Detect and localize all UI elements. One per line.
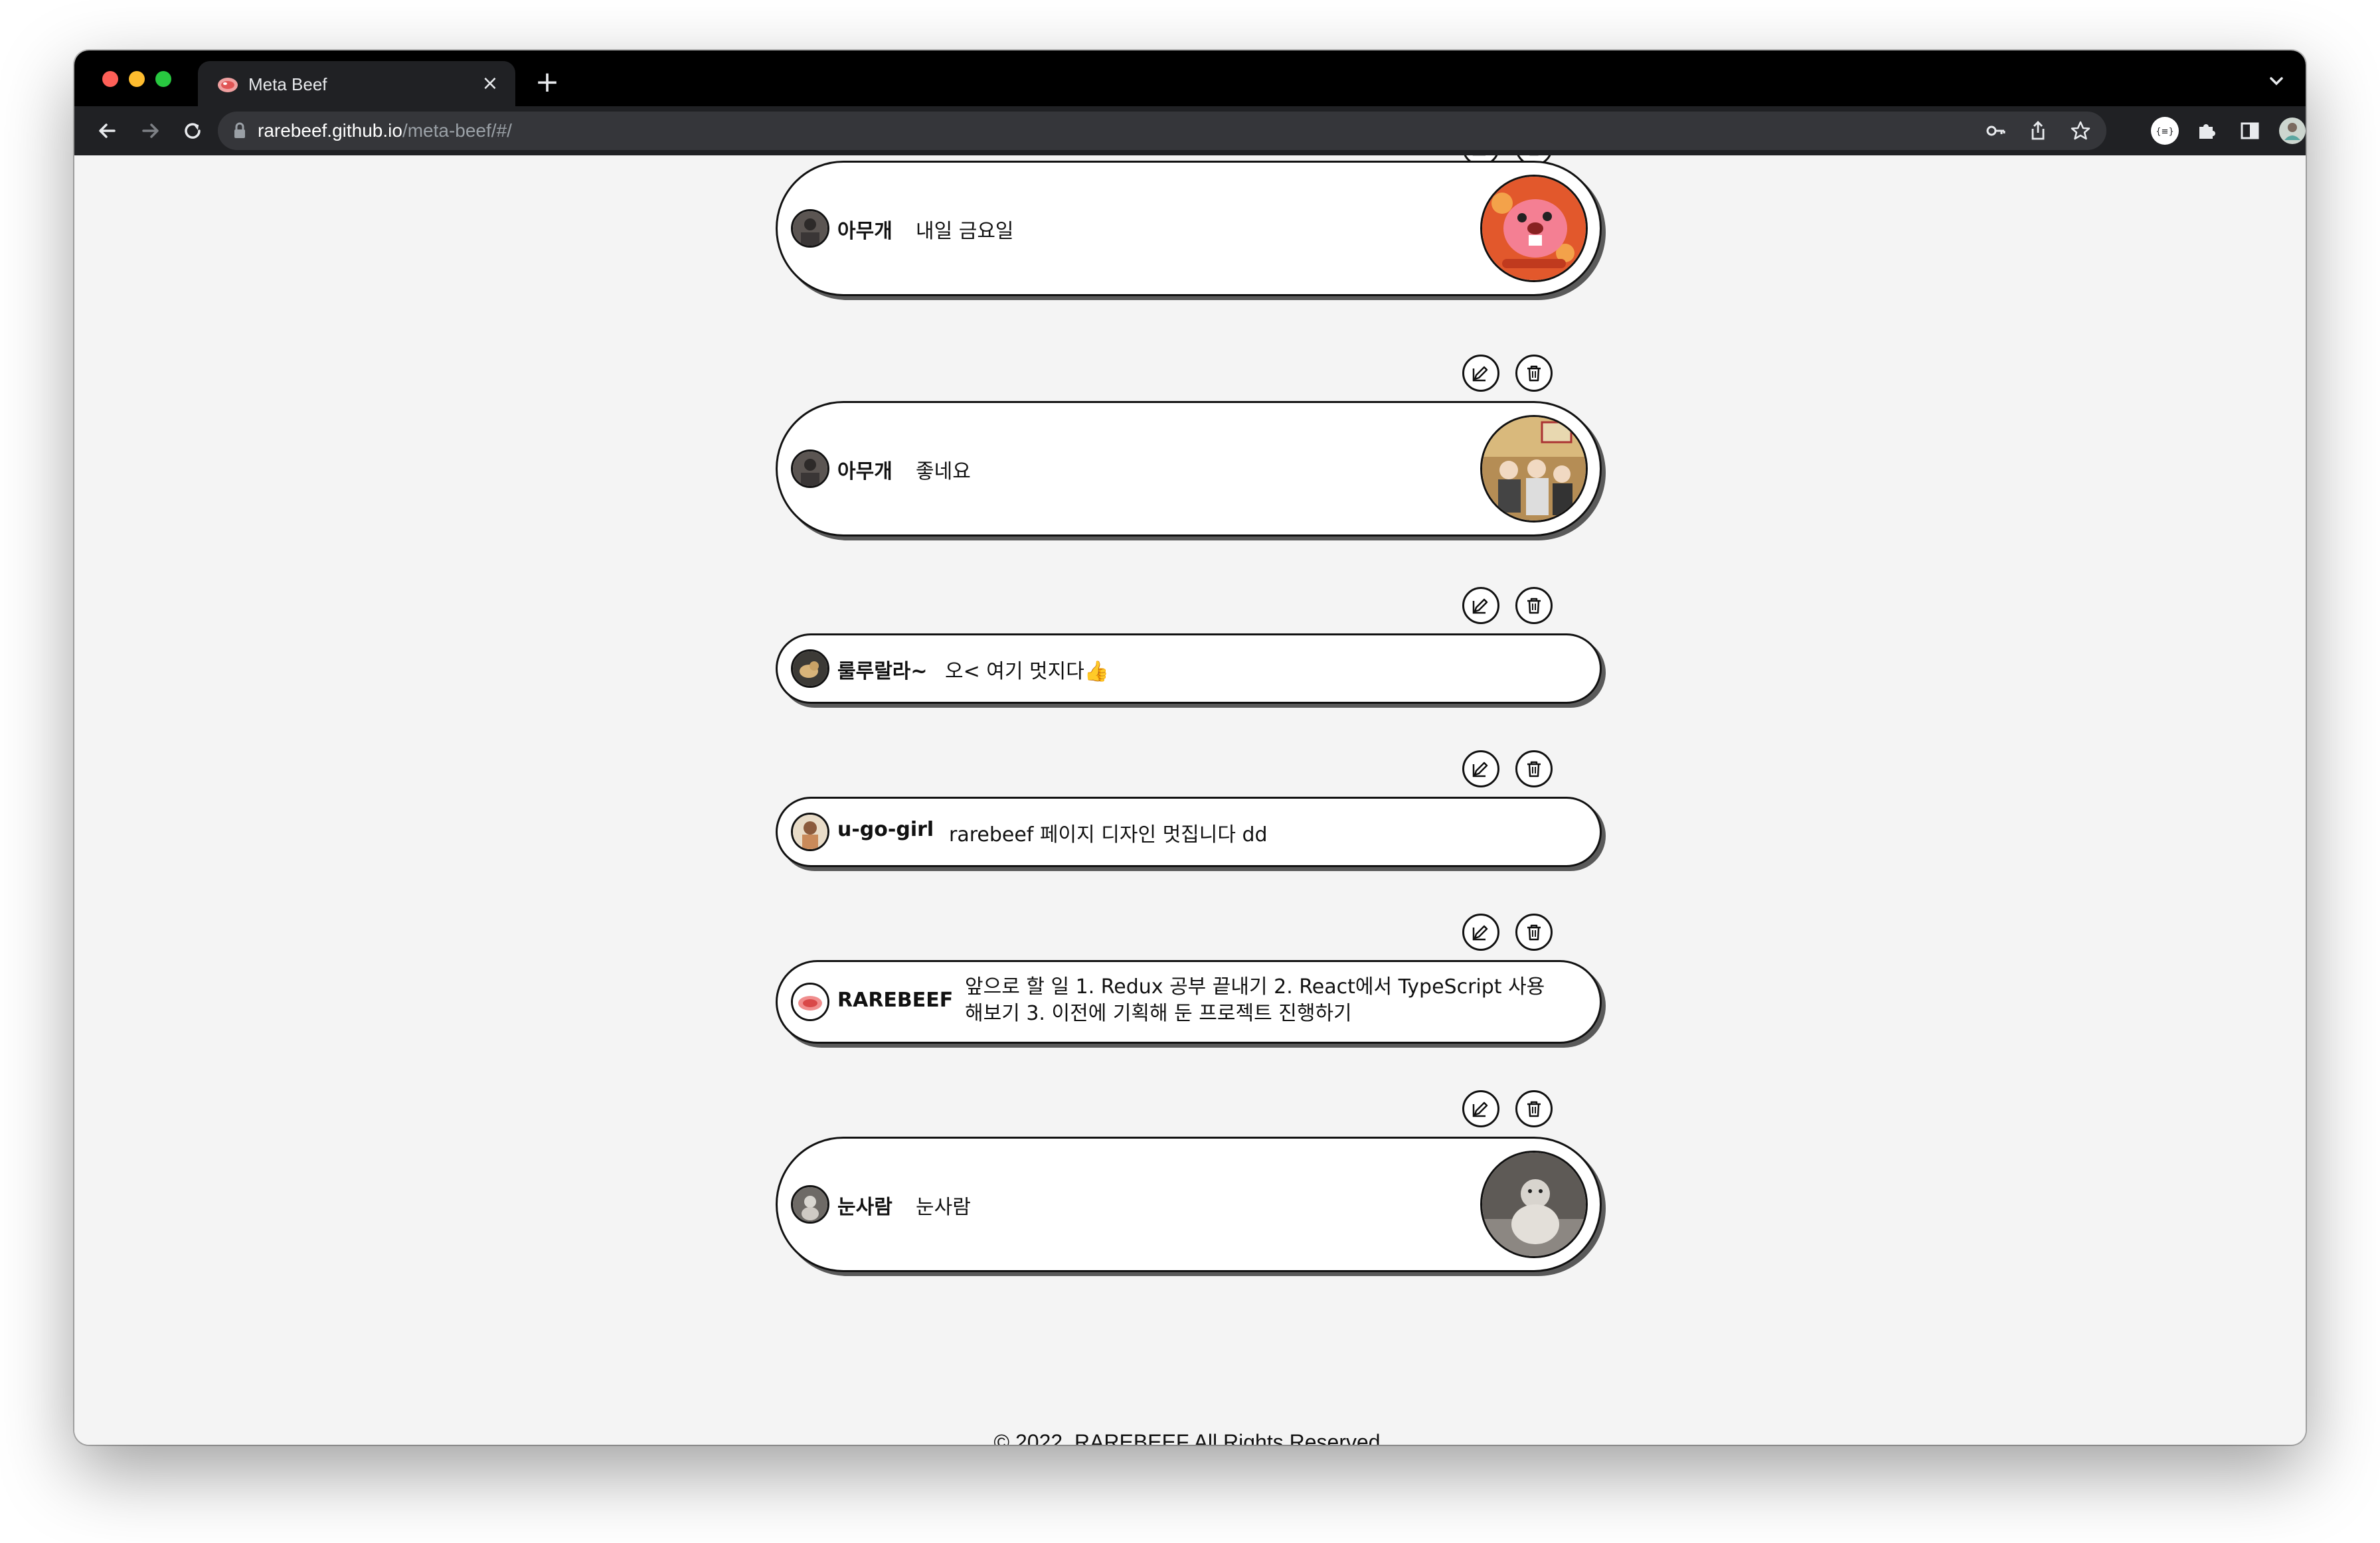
- edit-button[interactable]: [1462, 355, 1499, 392]
- trash-icon: [1527, 1101, 1541, 1117]
- post-item: 눈사람 눈사람: [776, 1090, 1606, 1272]
- post-item: 아무개 좋네요: [776, 355, 1606, 536]
- edit-button[interactable]: [1462, 1090, 1499, 1127]
- side-panel-icon[interactable]: [2234, 115, 2266, 147]
- delete-button[interactable]: [1515, 1090, 1553, 1127]
- url-text[interactable]: rarebeef.github.io/meta-beef/#/: [258, 120, 512, 142]
- user-avatar: [791, 983, 829, 1021]
- key-icon[interactable]: [1984, 120, 2007, 142]
- delete-button[interactable]: [1515, 914, 1553, 951]
- post-actions: [1462, 1090, 1555, 1129]
- share-icon[interactable]: [2027, 120, 2049, 142]
- svg-text:{≡}: {≡}: [2156, 127, 2173, 137]
- edit-icon: [1472, 598, 1488, 614]
- post-card: 눈사람 눈사람: [776, 1137, 1602, 1272]
- post-nickname: u-go-girl: [837, 818, 934, 841]
- post-image[interactable]: [1480, 1151, 1588, 1258]
- new-tab-button[interactable]: +: [531, 66, 563, 98]
- bookmark-star-icon[interactable]: [2069, 120, 2092, 142]
- back-arrow-icon[interactable]: [92, 115, 124, 147]
- zoom-window-button[interactable]: [155, 71, 171, 87]
- tab-meta-beef[interactable]: Meta Beef ×: [198, 61, 515, 106]
- post-nickname: 눈사람: [837, 1196, 892, 1219]
- post-image[interactable]: [1480, 415, 1588, 523]
- user-avatar: [791, 813, 829, 851]
- lock-icon[interactable]: [232, 122, 247, 139]
- snowman-photo-image-icon: [1482, 1153, 1586, 1256]
- post-image[interactable]: [1480, 175, 1588, 282]
- post-text: rarebeef 페이지 디자인 멋집니다 dd: [949, 823, 1268, 847]
- user-avatar: [791, 209, 829, 248]
- tab-strip: Meta Beef × +: [74, 50, 2306, 106]
- close-window-button[interactable]: [102, 71, 118, 87]
- edit-icon: [1472, 1101, 1488, 1117]
- post-nickname: RAREBEEF: [837, 989, 954, 1012]
- meat-favicon-icon: [218, 78, 238, 92]
- delete-button[interactable]: [1515, 587, 1553, 624]
- post-item: 아무개 내일 금요일: [776, 155, 1606, 296]
- edit-icon: [1472, 366, 1488, 382]
- post-card: 룰루랄라~ 오< 여기 멋지다👍: [776, 633, 1602, 704]
- post-text: 앞으로 할 일 1. Redux 공부 끝내기 2. React에서 TypeS…: [965, 975, 1545, 1025]
- post-nickname: 아무개: [837, 460, 892, 483]
- footer-copyright: © 2022. RAREBEEF All Rights Reserved.: [993, 1430, 1387, 1445]
- trash-icon: [1527, 598, 1541, 614]
- post-text: 좋네요: [916, 460, 971, 483]
- post-item: RAREBEEF 앞으로 할 일 1. Redux 공부 끝내기 2. Reac…: [776, 914, 1606, 1053]
- post-item: u-go-girl rarebeef 페이지 디자인 멋집니다 dd: [776, 750, 1606, 870]
- people-photo-image-icon: [1482, 417, 1586, 521]
- user-avatar: [791, 1185, 829, 1224]
- post-card: RAREBEEF 앞으로 할 일 1. Redux 공부 끝내기 2. Reac…: [776, 960, 1602, 1044]
- browser-toolbar: rarebeef.github.io/meta-beef/#/ {≡}: [74, 106, 2306, 157]
- edit-icon: [1472, 925, 1488, 941]
- beaver-image-icon: [1482, 177, 1586, 280]
- post-card: 아무개 내일 금요일: [776, 161, 1602, 296]
- delete-button[interactable]: [1515, 750, 1553, 787]
- post-text: 눈사람: [916, 1196, 971, 1219]
- tab-close-button[interactable]: ×: [477, 70, 503, 97]
- trash-icon: [1527, 761, 1541, 777]
- post-actions: [1462, 355, 1555, 393]
- post-actions: [1462, 914, 1555, 952]
- trash-icon: [1527, 365, 1541, 382]
- edit-icon: [1472, 762, 1488, 777]
- minimize-window-button[interactable]: [129, 71, 145, 87]
- tab-title: Meta Beef: [248, 74, 327, 94]
- post-card: 아무개 좋네요: [776, 401, 1602, 536]
- delete-button[interactable]: [1515, 355, 1553, 392]
- edit-button[interactable]: [1462, 587, 1499, 624]
- edit-button[interactable]: [1462, 914, 1499, 951]
- browser-window: Meta Beef × + rarebeef.github.io/meta-be…: [74, 50, 2306, 1445]
- profile-avatar-icon[interactable]: [2276, 115, 2306, 147]
- trash-icon: [1527, 924, 1541, 941]
- post-card: u-go-girl rarebeef 페이지 디자인 멋집니다 dd: [776, 797, 1602, 867]
- post-nickname: 아무개: [837, 220, 892, 243]
- forward-arrow-icon[interactable]: [134, 115, 166, 147]
- trash-icon: [1529, 155, 1539, 156]
- post-nickname: 룰루랄라~: [837, 660, 928, 683]
- post-text: 오< 여기 멋지다👍: [945, 660, 1110, 683]
- post-item: 룰루랄라~ 오< 여기 멋지다👍: [776, 587, 1606, 706]
- puzzle-icon[interactable]: [2191, 115, 2223, 147]
- post-text: 내일 금요일: [916, 220, 1014, 243]
- post-actions: [1462, 750, 1555, 789]
- extension-badge-icon[interactable]: {≡}: [2149, 115, 2181, 147]
- user-avatar: [791, 649, 829, 688]
- page-content: 아무개 내일 금요일 아무개 좋네요 룰루랄라~ 오< 여기 멋지다👍 u-go…: [74, 155, 2306, 1445]
- address-bar[interactable]: rarebeef.github.io/meta-beef/#/: [218, 112, 2106, 150]
- user-avatar: [791, 449, 829, 488]
- reload-icon[interactable]: [177, 115, 209, 147]
- post-actions: [1462, 587, 1555, 625]
- edit-button[interactable]: [1462, 750, 1499, 787]
- tab-search-chevron-icon[interactable]: [2263, 68, 2290, 94]
- edit-icon: [1472, 155, 1486, 156]
